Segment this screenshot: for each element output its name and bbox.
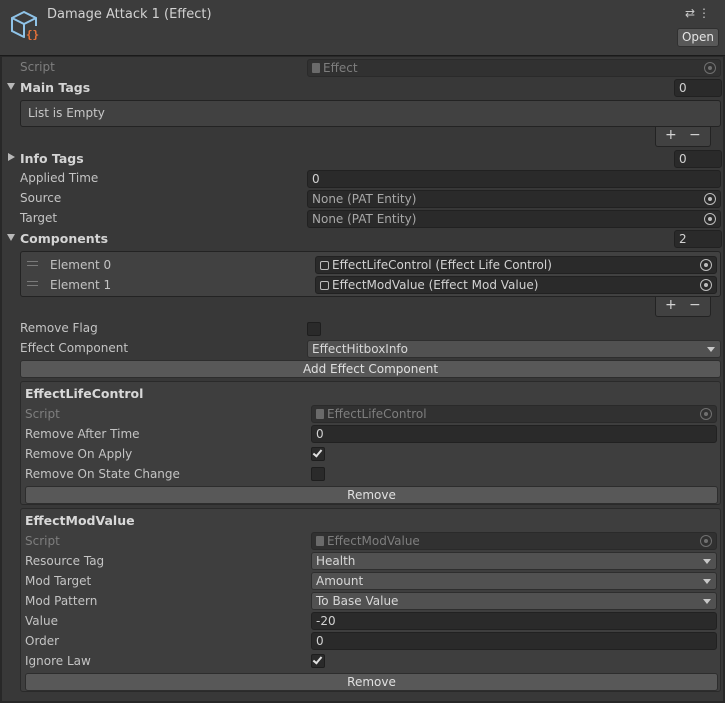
remove-on-apply-checkbox[interactable] — [311, 447, 325, 461]
source-row: Source None (PAT Entity) — [2, 189, 723, 209]
target-field[interactable]: None (PAT Entity) — [307, 210, 721, 228]
mod-target-label: Mod Target — [25, 574, 92, 588]
list-item: Element 0 EffectLifeControl (Effect Life… — [21, 255, 720, 275]
foldout-open-icon[interactable] — [7, 83, 15, 90]
object-picker-icon[interactable] — [700, 279, 712, 291]
script-label: Script — [25, 534, 60, 548]
inspector-title: Damage Attack 1 (Effect) — [47, 7, 212, 22]
element-label: Element 0 — [50, 258, 112, 272]
remove-on-state-change-checkbox[interactable] — [311, 467, 325, 481]
value-label: Value — [25, 614, 58, 628]
panel-title: EffectModValue — [25, 513, 135, 528]
remove-after-time-field[interactable]: 0 — [311, 425, 717, 443]
effect-life-control-panel: EffectLifeControl Script EffectLifeContr… — [20, 381, 721, 505]
kebab-menu-icon[interactable]: ⋮ — [698, 6, 713, 20]
remove-button[interactable]: Remove — [25, 486, 718, 504]
value-field[interactable]: -20 — [311, 612, 717, 630]
remove-flag-checkbox[interactable] — [307, 322, 321, 336]
foldout-open-icon[interactable] — [7, 234, 15, 241]
applied-time-row: Applied Time 0 — [2, 169, 723, 189]
components-list-footer: + − — [655, 297, 711, 317]
resource-tag-dropdown[interactable]: Health — [311, 552, 717, 570]
object-picker-icon[interactable] — [704, 193, 716, 205]
script-file-icon — [316, 536, 324, 546]
panel-title: EffectLifeControl — [25, 386, 144, 401]
info-tags-row[interactable]: Info Tags — [2, 149, 723, 169]
remove-element-button[interactable]: − — [689, 297, 701, 313]
info-tags-count[interactable]: 0 — [674, 150, 722, 168]
checkmark-icon — [312, 447, 323, 458]
component-icon — [320, 281, 329, 290]
effect-mod-value-panel: EffectModValue Script EffectModValue Res… — [20, 508, 721, 692]
script-label: Script — [20, 60, 55, 74]
main-tags-row[interactable]: Main Tags — [2, 78, 723, 98]
ignore-law-checkbox[interactable] — [311, 654, 325, 668]
list-empty-text: List is Empty — [28, 106, 105, 120]
inspector-body: Script Effect Main Tags 0 List is Empty … — [2, 57, 723, 701]
script-field[interactable]: EffectLifeControl — [311, 405, 717, 423]
foldout-closed-icon[interactable] — [8, 153, 15, 161]
script-file-icon — [312, 63, 320, 73]
sliders-icon[interactable]: ⇄ — [685, 6, 698, 20]
element-label: Element 1 — [50, 278, 112, 292]
components-list: Element 0 EffectLifeControl (Effect Life… — [20, 251, 721, 297]
object-picker-icon[interactable] — [700, 259, 712, 271]
remove-button[interactable]: Remove — [25, 673, 718, 691]
source-field[interactable]: None (PAT Entity) — [307, 190, 721, 208]
add-effect-component-button[interactable]: Add Effect Component — [20, 360, 721, 378]
mod-target-dropdown[interactable]: Amount — [311, 572, 717, 590]
open-button[interactable]: Open — [677, 28, 719, 47]
main-tags-list-footer: + − — [655, 127, 711, 147]
ignore-law-label: Ignore Law — [25, 654, 91, 668]
remove-on-apply-label: Remove On Apply — [25, 447, 133, 461]
script-field[interactable]: Effect — [307, 59, 721, 77]
effect-component-dropdown[interactable]: EffectHitboxInfo — [307, 340, 721, 358]
remove-flag-row: Remove Flag — [2, 319, 723, 339]
components-row[interactable]: Components — [2, 229, 723, 249]
remove-on-state-change-label: Remove On State Change — [25, 467, 180, 481]
object-picker-icon[interactable] — [704, 213, 716, 225]
main-tags-count[interactable]: 0 — [674, 79, 722, 97]
applied-time-field[interactable]: 0 — [307, 170, 721, 188]
script-label: Script — [25, 407, 60, 421]
effect-component-label: Effect Component — [20, 341, 129, 355]
source-label: Source — [20, 191, 62, 205]
drag-handle-icon[interactable] — [27, 281, 38, 286]
order-field[interactable]: 0 — [311, 632, 717, 650]
target-label: Target — [20, 211, 58, 225]
applied-time-label: Applied Time — [20, 171, 99, 185]
inspector-header: {} Damage Attack 1 (Effect) ⇄⋮ Open — [0, 0, 725, 56]
add-element-button[interactable]: + — [665, 297, 677, 313]
object-picker-icon[interactable] — [704, 62, 716, 74]
header-tools: ⇄⋮ — [685, 6, 713, 20]
main-tags-list: List is Empty — [20, 100, 721, 127]
add-element-button[interactable]: + — [665, 127, 677, 143]
components-count[interactable]: 2 — [674, 230, 722, 248]
object-picker-icon[interactable] — [700, 408, 712, 420]
object-picker-icon[interactable] — [700, 535, 712, 547]
checkmark-icon — [312, 654, 323, 665]
mod-pattern-dropdown[interactable]: To Base Value — [311, 592, 717, 610]
target-row: Target None (PAT Entity) — [2, 209, 723, 229]
script-file-icon — [316, 409, 324, 419]
main-tags-label: Main Tags — [20, 80, 91, 95]
script-field[interactable]: EffectModValue — [311, 532, 717, 550]
scriptable-object-icon: {} — [11, 10, 40, 41]
order-label: Order — [25, 634, 60, 648]
remove-element-button[interactable]: − — [689, 127, 701, 143]
info-tags-label: Info Tags — [20, 151, 84, 166]
effect-component-row: Effect Component EffectHitboxInfo — [2, 339, 723, 359]
mod-pattern-label: Mod Pattern — [25, 594, 98, 608]
svg-text:{}: {} — [26, 28, 39, 41]
remove-after-time-label: Remove After Time — [25, 427, 140, 441]
component-icon — [320, 261, 329, 270]
script-row: Script Effect — [2, 58, 723, 78]
components-label: Components — [20, 231, 109, 246]
drag-handle-icon[interactable] — [27, 261, 38, 266]
resource-tag-label: Resource Tag — [25, 554, 105, 568]
element-field[interactable]: EffectModValue (Effect Mod Value) — [315, 276, 717, 294]
list-item: Element 1 EffectModValue (Effect Mod Val… — [21, 275, 720, 295]
element-field[interactable]: EffectLifeControl (Effect Life Control) — [315, 256, 717, 274]
remove-flag-label: Remove Flag — [20, 321, 98, 335]
